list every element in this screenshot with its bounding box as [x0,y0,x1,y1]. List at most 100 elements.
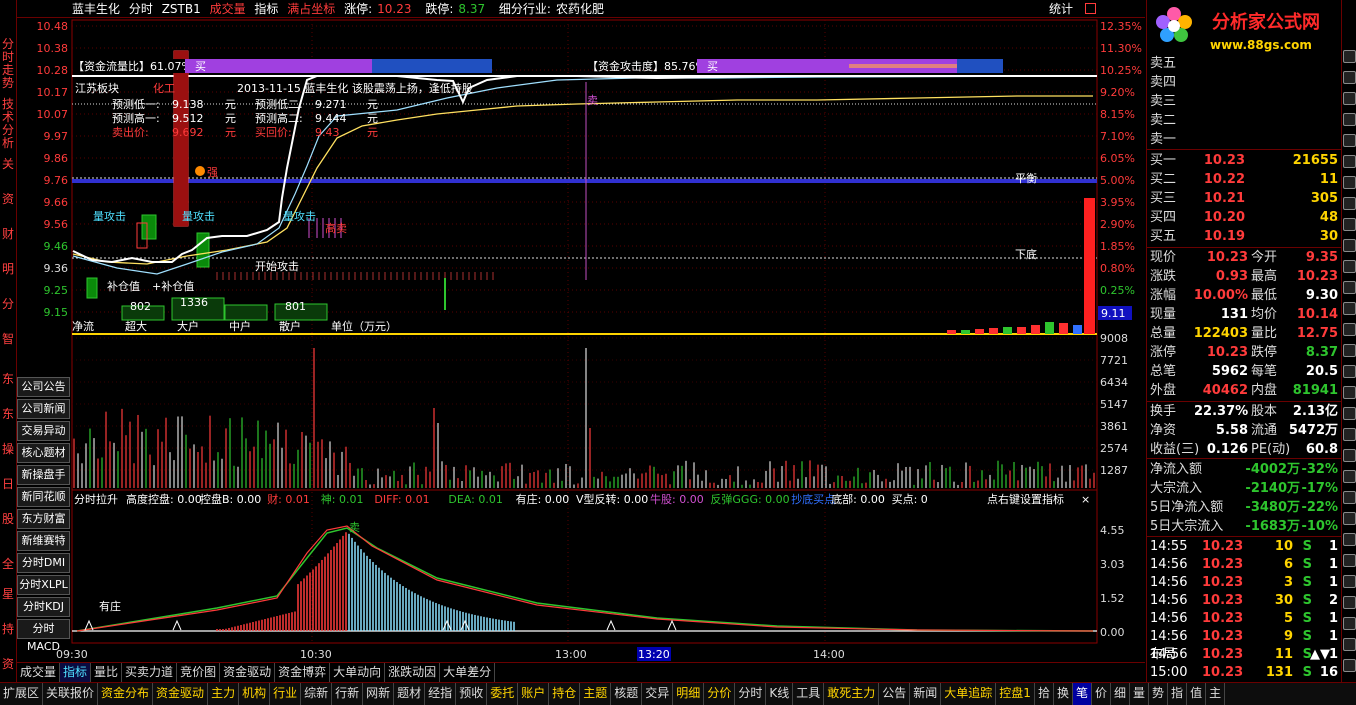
toolbar-icon[interactable] [1343,155,1356,168]
function-tab-16[interactable]: 主题 [580,683,612,705]
side-button-1[interactable]: 公司新闻 [17,399,70,419]
toolbar-icon[interactable] [1343,113,1356,126]
function-tab-34[interactable]: 量 [1130,683,1150,705]
toolbar-icon[interactable] [1343,218,1356,231]
function-tab-32[interactable]: 价 [1092,683,1111,705]
indicator-tab-6[interactable]: 资金博弈 [275,663,331,682]
function-tab-13[interactable]: 委托 [487,683,519,705]
left-tab-0[interactable]: 分时走势 [0,38,16,90]
function-tab-38[interactable]: 主 [1206,683,1226,705]
function-tab-0[interactable]: 扩展区 [0,683,44,705]
function-tab-30[interactable]: 换 [1054,683,1073,705]
toolbar-icon[interactable] [1343,260,1356,273]
side-button-7[interactable]: 新维赛特 [17,531,70,551]
toolbar-icon[interactable] [1343,512,1356,525]
left-tab-10[interactable]: 操 [0,443,16,456]
toolbar-icon[interactable] [1343,617,1356,630]
volume-label[interactable]: 成交量 [210,2,246,16]
function-tab-25[interactable]: 公告 [879,683,911,705]
left-tab-4[interactable]: 财 [0,228,16,241]
indicator-tab-0[interactable]: 成交量 [17,663,61,682]
indicator-tab-7[interactable]: 大单动向 [330,663,386,682]
toolbar-icon[interactable] [1343,50,1356,63]
toolbar-icon[interactable] [1343,596,1356,609]
toolbar-icon[interactable] [1343,197,1356,210]
function-tab-1[interactable]: 关联报价 [43,683,99,705]
indicator-tab-5[interactable]: 资金驱动 [220,663,276,682]
function-tab-28[interactable]: 控盘1 [996,683,1035,705]
function-tab-33[interactable]: 细 [1111,683,1131,705]
toolbar-icon[interactable] [1343,491,1356,504]
side-button-4[interactable]: 新操盘手 [17,465,70,485]
function-tab-9[interactable]: 网新 [363,683,395,705]
indicator-code[interactable]: ZSTB1 [162,2,201,16]
function-tab-6[interactable]: 行业 [270,683,302,705]
toolbar-icon[interactable] [1343,575,1356,588]
indicator-tab-3[interactable]: 买卖力道 [122,663,178,682]
toolbar-icon[interactable] [1343,92,1356,105]
close-icon[interactable]: × [1081,493,1090,506]
toolbar-icon[interactable] [1343,428,1356,441]
left-tab-12[interactable]: 股 [0,513,16,526]
function-tab-17[interactable]: 核题 [611,683,643,705]
left-tab-1[interactable]: 技术分析 [0,98,16,150]
function-tab-27[interactable]: 大单追踪 [941,683,997,705]
toolbar-icon[interactable] [1343,449,1356,462]
toolbar-icon[interactable] [1343,71,1356,84]
function-tab-24[interactable]: 敢死主力 [824,683,880,705]
coord-label[interactable]: 满占坐标 [287,2,335,16]
left-tab-3[interactable]: 资 [0,193,16,206]
left-tab-15[interactable]: 持 [0,623,16,636]
indicator-tab-1[interactable]: 指标 [60,663,92,682]
left-tab-11[interactable]: 日 [0,478,16,491]
toolbar-icon[interactable] [1343,134,1356,147]
stat-button[interactable]: 统计 [1049,0,1073,18]
left-tab-2[interactable]: 关 [0,158,16,171]
function-tab-26[interactable]: 新闻 [910,683,942,705]
function-tab-5[interactable]: 机构 [239,683,271,705]
function-tab-29[interactable]: 拾 [1035,683,1054,705]
toolbar-icon[interactable] [1343,470,1356,483]
chart-mode[interactable]: 分时 [129,2,153,16]
toolbar-icon[interactable] [1343,386,1356,399]
toolbar-icon[interactable] [1343,638,1356,651]
side-button-3[interactable]: 核心题材 [17,443,70,463]
function-tab-11[interactable]: 经指 [425,683,457,705]
indicator-tab-9[interactable]: 大单差分 [440,663,496,682]
function-tab-2[interactable]: 资金分布 [98,683,154,705]
toolbar-icon[interactable] [1343,302,1356,315]
function-tab-14[interactable]: 账户 [518,683,550,705]
function-tab-7[interactable]: 综新 [301,683,333,705]
indicator-tab-4[interactable]: 竞价图 [177,663,221,682]
function-tab-37[interactable]: 值 [1187,683,1207,705]
macd-name[interactable]: 分时拉升 [74,492,118,506]
side-button-5[interactable]: 新同花顺 [17,487,70,507]
side-button-6[interactable]: 东方财富 [17,509,70,529]
side-button-11[interactable]: 分时MACD [17,619,70,653]
function-tab-36[interactable]: 指 [1168,683,1188,705]
toolbar-icon[interactable] [1343,344,1356,357]
left-tab-7[interactable]: 智 [0,333,16,346]
left-tab-9[interactable]: 东 [0,408,16,421]
function-tab-12[interactable]: 预收 [456,683,488,705]
left-tab-5[interactable]: 明 [0,263,16,276]
function-tab-23[interactable]: 工具 [793,683,825,705]
function-tab-19[interactable]: 明细 [673,683,705,705]
toolbar-icon[interactable] [1343,323,1356,336]
indicator-tab-8[interactable]: 涨跌动因 [385,663,441,682]
stock-name[interactable]: 蓝丰生化 [72,2,120,16]
toolbar-icon[interactable] [1343,407,1356,420]
toolbar-icon[interactable] [1343,176,1356,189]
left-tab-14[interactable]: 星 [0,588,16,601]
function-tab-35[interactable]: 势 [1149,683,1169,705]
restore-icon[interactable] [1085,3,1096,14]
intraday-chart[interactable]: 有庄 卖 10.48 10.38 10.28 10.17 10.07 9.97 9.86 9.7… [17,18,1145,662]
left-tab-16[interactable]: 资 [0,658,16,671]
side-button-0[interactable]: 公司公告 [17,377,70,397]
toolbar-icon[interactable] [1343,533,1356,546]
toolbar-icon[interactable] [1343,659,1356,672]
side-button-10[interactable]: 分时KDJ [17,597,70,617]
side-button-8[interactable]: 分时DMI [17,553,70,573]
function-tab-20[interactable]: 分价 [704,683,736,705]
function-tab-8[interactable]: 行新 [332,683,364,705]
